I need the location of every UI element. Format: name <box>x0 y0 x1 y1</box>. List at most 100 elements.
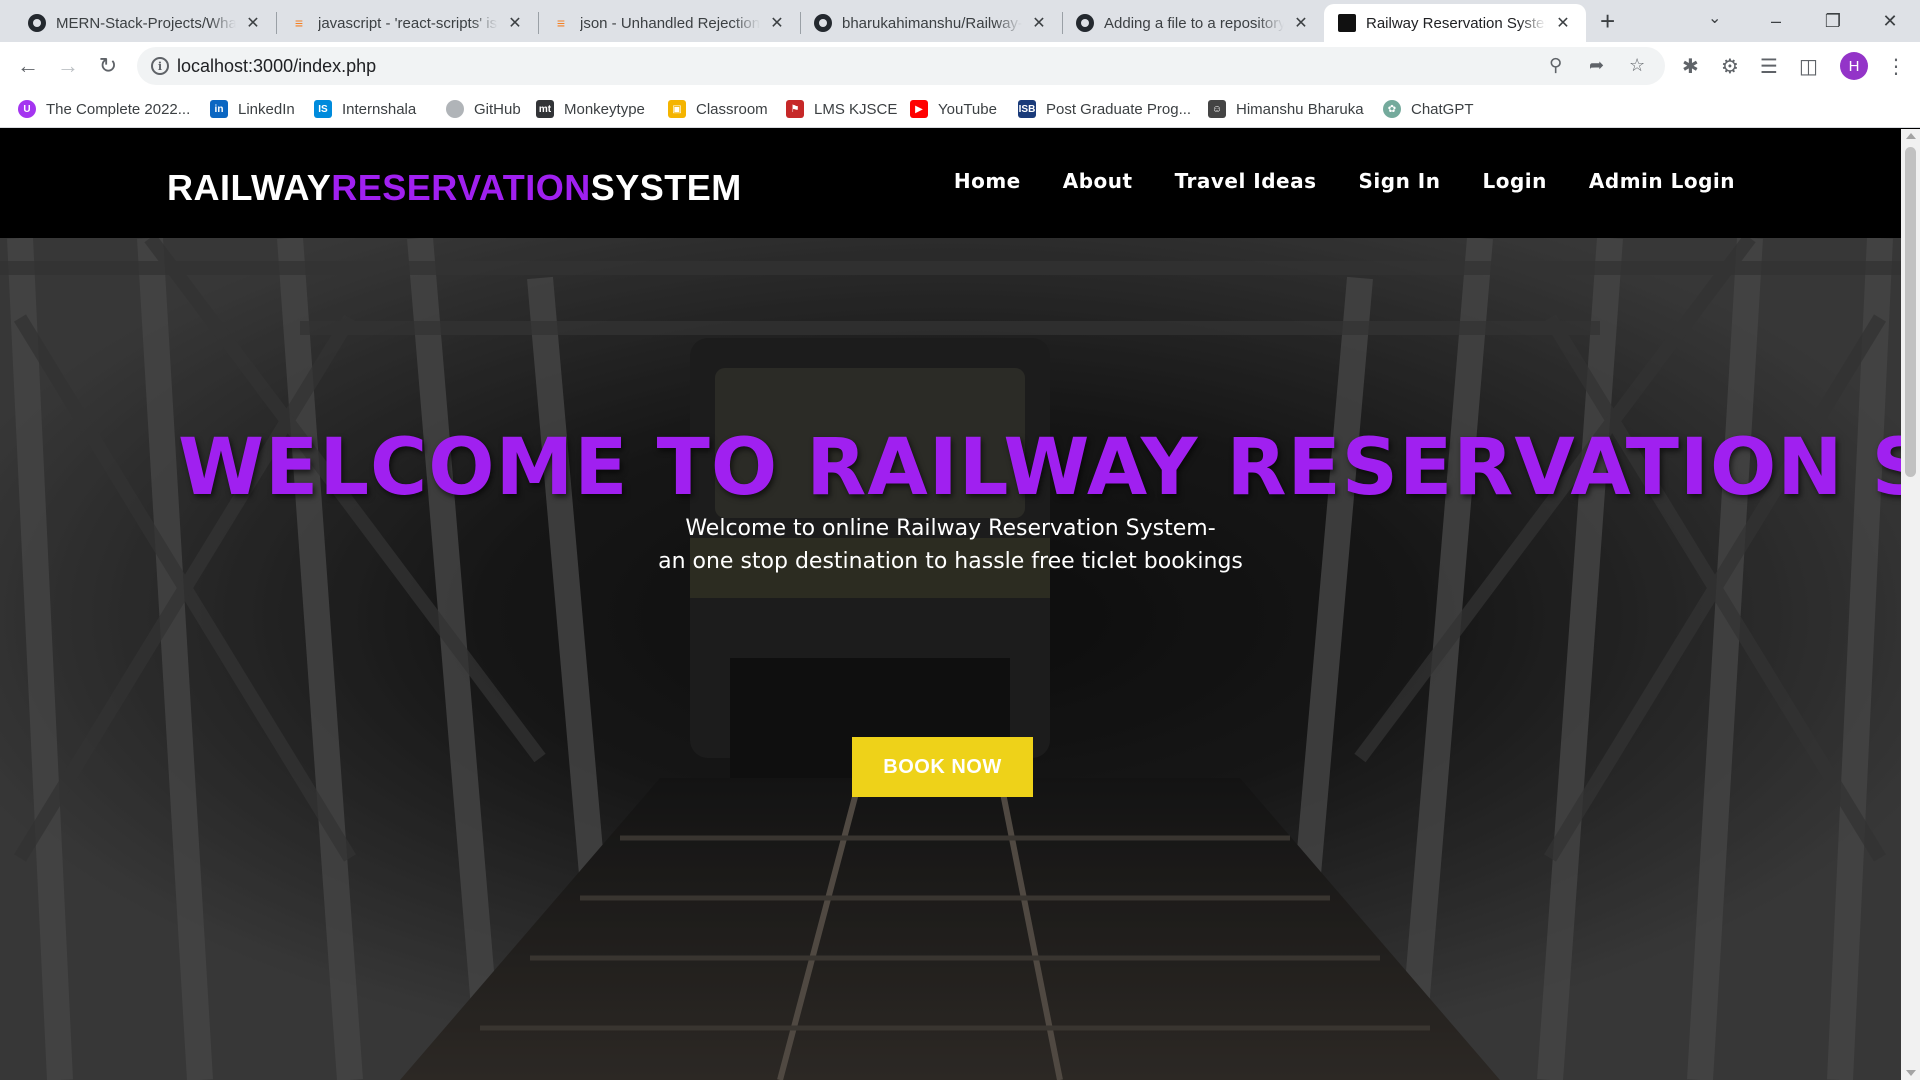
bookmark-label: ChatGPT <box>1411 100 1474 118</box>
close-window-icon[interactable]: ✕ <box>1870 6 1910 36</box>
page-viewport: RAILWAYRESERVATIONSYSTEM Home About Trav… <box>0 129 1901 1080</box>
back-icon[interactable]: ← <box>14 52 42 80</box>
bookmark-label: Monkeytype <box>564 100 645 118</box>
tab-title: MERN-Stack-Projects/What <box>56 14 236 32</box>
browser-tab[interactable]: ≡ json - Unhandled Rejection ✕ <box>538 4 800 42</box>
browser-tab[interactable]: ≡ javascript - 'react-scripts' is ✕ <box>276 4 538 42</box>
brand-part-2: RESERVATION <box>331 167 591 208</box>
brand-part-1: RAILWAY <box>167 167 332 208</box>
bookmarks-bar: U The Complete 2022... in LinkedIn IS Interns… <box>0 90 1920 128</box>
reload-icon[interactable]: ↻ <box>94 52 122 80</box>
nav-link-about[interactable]: About <box>1063 169 1133 193</box>
profile-avatar[interactable]: H <box>1840 52 1868 80</box>
scroll-up-arrow-icon[interactable] <box>1906 133 1916 139</box>
github-icon <box>446 100 464 118</box>
bookmark-item[interactable]: mt Monkeytype <box>536 99 645 119</box>
tab-close-icon[interactable]: ✕ <box>1030 13 1048 33</box>
browser-tab-strip: MERN-Stack-Projects/What ✕ ≡ javascript - '… <box>0 0 1920 42</box>
tab-title: bharukahimanshu/Railway- <box>842 14 1022 32</box>
bookmark-label: YouTube <box>938 100 997 118</box>
bookmark-item[interactable]: ☺ Himanshu Bharuka <box>1208 99 1364 119</box>
nav-link-home[interactable]: Home <box>954 169 1021 193</box>
chatgpt-icon: ✿ <box>1383 100 1401 118</box>
hero-background-bridge-image <box>0 238 1901 1080</box>
page-scrollbar[interactable] <box>1901 129 1920 1080</box>
new-tab-button[interactable]: + <box>1600 8 1615 34</box>
reading-list-icon[interactable]: ☰ <box>1760 54 1778 79</box>
scroll-thumb[interactable] <box>1905 147 1916 477</box>
browser-tab[interactable]: Railway Reservation System ✕ <box>1324 4 1586 42</box>
hero-section: WELCOME TO RAILWAY RESERVATION SY Welcom… <box>0 238 1901 1080</box>
bookmark-label: LinkedIn <box>238 100 295 118</box>
hero-subtitle-line-1: Welcome to online Railway Reservation Sy… <box>685 516 1216 541</box>
hero-title: WELCOME TO RAILWAY RESERVATION SY <box>178 423 1901 513</box>
bookmark-star-icon[interactable]: ☆ <box>1629 55 1645 76</box>
nav-link-sign-in[interactable]: Sign In <box>1359 169 1441 193</box>
tab-close-icon[interactable]: ✕ <box>244 13 262 33</box>
browser-tab[interactable]: MERN-Stack-Projects/What ✕ <box>14 4 276 42</box>
linkedin-icon: in <box>210 100 228 118</box>
site-info-icon[interactable]: i <box>151 57 169 75</box>
browser-tab[interactable]: bharukahimanshu/Railway- ✕ <box>800 4 1062 42</box>
restore-icon[interactable]: ❐ <box>1813 6 1853 36</box>
zoom-icon[interactable]: ⚲ <box>1549 55 1562 76</box>
bookmark-item[interactable]: ▣ Classroom <box>668 99 768 119</box>
kebab-menu-icon[interactable]: ⋮ <box>1886 54 1906 79</box>
tab-close-icon[interactable]: ✕ <box>768 13 786 33</box>
bookmark-label: GitHub <box>474 100 521 118</box>
extension-bug-icon[interactable]: ✱ <box>1682 54 1699 79</box>
isb-icon: ISB <box>1018 100 1036 118</box>
lms-icon: ⚑ <box>786 100 804 118</box>
internshala-icon: IS <box>314 100 332 118</box>
forward-icon[interactable]: → <box>54 52 82 80</box>
bookmark-item[interactable]: ▶ YouTube <box>910 99 997 119</box>
stackoverflow-icon: ≡ <box>556 15 566 31</box>
udemy-icon: U <box>18 100 36 118</box>
person-icon: ☺ <box>1208 100 1226 118</box>
bookmark-item[interactable]: ⚑ LMS KJSCE <box>786 99 897 119</box>
bookmark-label: Classroom <box>696 100 768 118</box>
tab-title: Adding a file to a repository <box>1104 14 1284 32</box>
address-bar[interactable]: i localhost:3000/index.php ⚲ ➦ ☆ <box>137 47 1665 85</box>
github-icon <box>814 14 832 32</box>
monkeytype-icon: mt <box>536 100 554 118</box>
scroll-down-arrow-icon[interactable] <box>1906 1070 1916 1076</box>
extensions-puzzle-icon[interactable]: ⚙ <box>1721 54 1739 79</box>
bookmark-item[interactable]: GitHub <box>446 99 521 119</box>
share-icon[interactable]: ➦ <box>1589 55 1604 76</box>
hero-subtitle-line-2: an one stop destination to hassle free t… <box>658 549 1243 574</box>
side-panel-icon[interactable]: ◫ <box>1799 54 1818 79</box>
github-icon <box>28 14 46 32</box>
bookmark-item[interactable]: ISB Post Graduate Prog... <box>1018 99 1191 119</box>
bookmark-item[interactable]: U The Complete 2022... <box>18 99 190 119</box>
book-now-button[interactable]: BOOK NOW <box>852 737 1033 797</box>
tab-title: javascript - 'react-scripts' is <box>318 14 498 32</box>
site-icon <box>1338 14 1356 32</box>
stackoverflow-icon: ≡ <box>294 15 304 31</box>
brand-part-3: SYSTEM <box>590 167 742 208</box>
tab-title: Railway Reservation System <box>1366 14 1546 32</box>
tab-close-icon[interactable]: ✕ <box>1554 13 1572 33</box>
tab-close-icon[interactable]: ✕ <box>1292 13 1310 33</box>
site-navbar: RAILWAYRESERVATIONSYSTEM Home About Trav… <box>0 129 1901 238</box>
nav-link-travel-ideas[interactable]: Travel Ideas <box>1175 169 1317 193</box>
nav-link-login[interactable]: Login <box>1483 169 1547 193</box>
browser-toolbar: ← → ↻ i localhost:3000/index.php ⚲ ➦ ☆ ✱… <box>0 42 1920 90</box>
bookmark-label: LMS KJSCE <box>814 100 898 118</box>
bookmark-label: Himanshu Bharuka <box>1236 100 1364 118</box>
tab-search-chevron-icon[interactable]: ⌄ <box>1708 8 1721 28</box>
address-url[interactable]: localhost:3000/index.php <box>177 56 376 77</box>
nav-link-admin-login[interactable]: Admin Login <box>1589 169 1735 193</box>
bookmark-item[interactable]: ✿ ChatGPT <box>1383 99 1474 119</box>
minimize-icon[interactable]: – <box>1756 6 1796 36</box>
bookmark-label: The Complete 2022... <box>46 100 191 118</box>
site-menu: Home About Travel Ideas Sign In Login Ad… <box>954 169 1735 193</box>
bookmark-label: Internshala <box>342 100 417 118</box>
tab-close-icon[interactable]: ✕ <box>506 13 524 33</box>
site-brand-logo[interactable]: RAILWAYRESERVATIONSYSTEM <box>167 167 742 209</box>
youtube-icon: ▶ <box>910 100 928 118</box>
browser-tab[interactable]: Adding a file to a repository ✕ <box>1062 4 1324 42</box>
bookmark-item[interactable]: IS Internshala <box>314 99 416 119</box>
bookmark-item[interactable]: in LinkedIn <box>210 99 295 119</box>
classroom-icon: ▣ <box>668 100 686 118</box>
